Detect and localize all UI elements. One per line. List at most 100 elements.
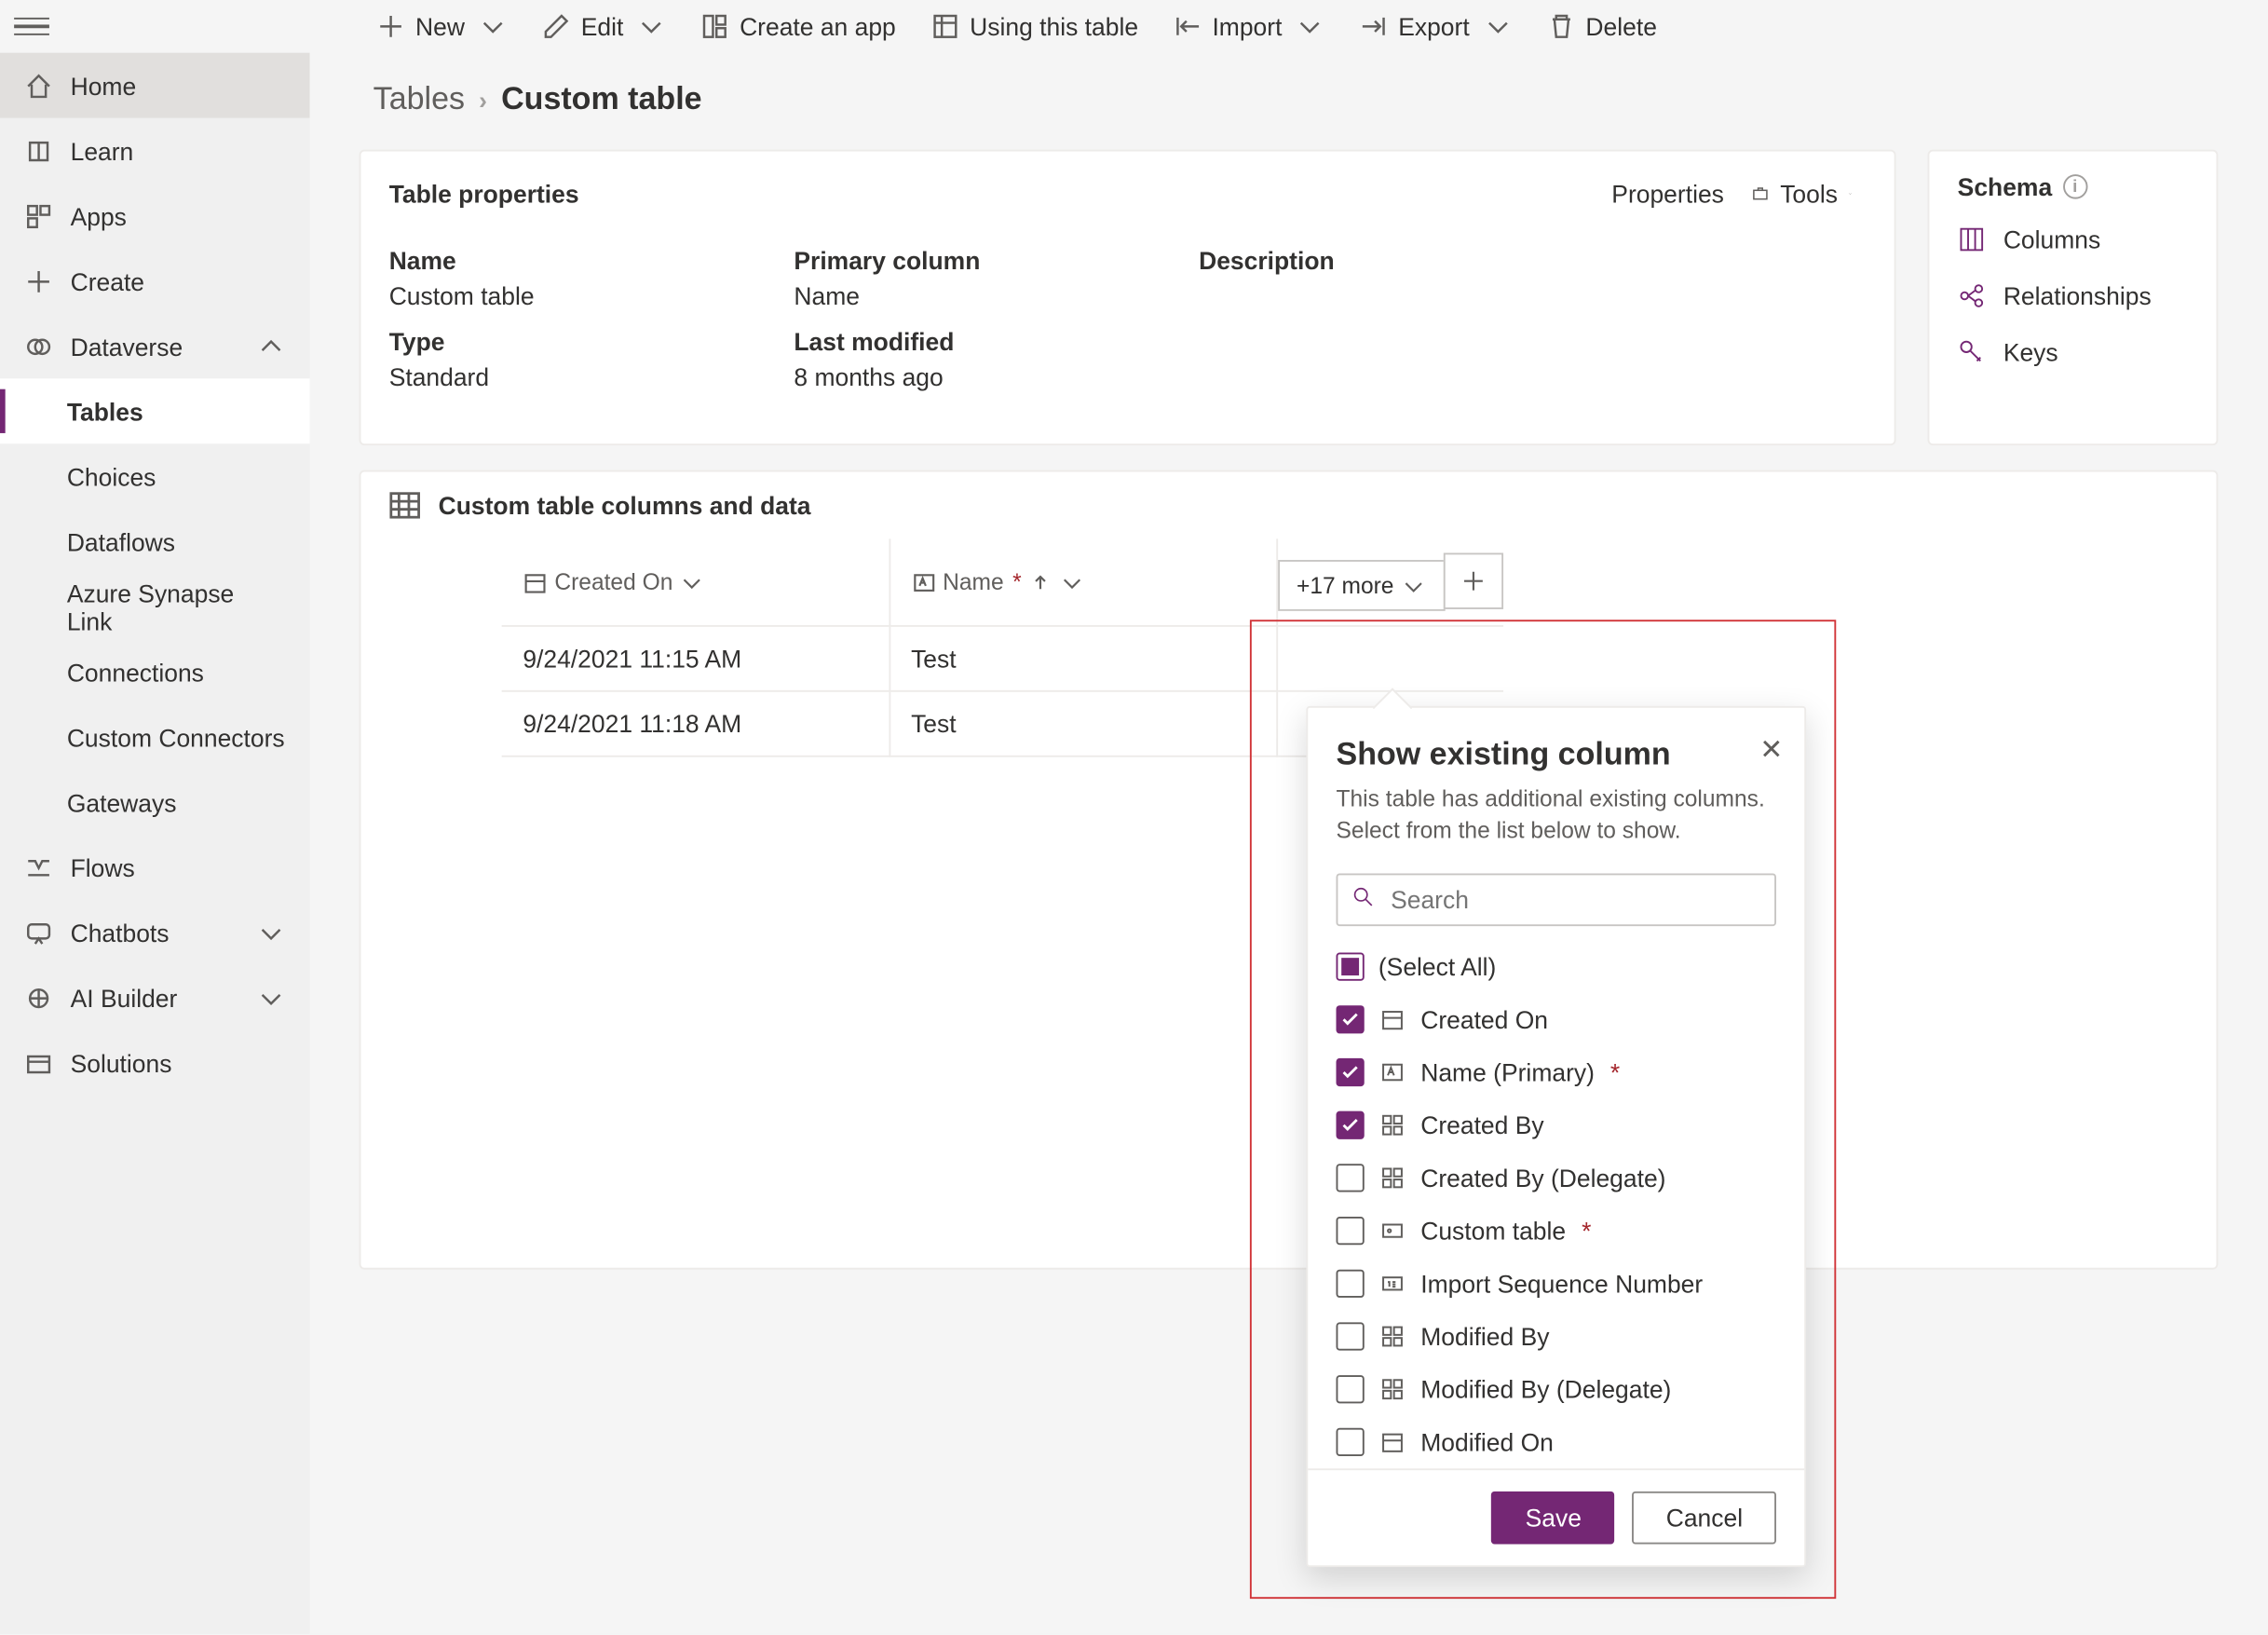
- sidebar-item-learn[interactable]: Learn: [0, 118, 310, 184]
- using-table-button[interactable]: Using this table: [917, 6, 1152, 48]
- checkbox-icon[interactable]: [1337, 1164, 1365, 1192]
- breadcrumb-current: Custom table: [501, 81, 701, 118]
- checkbox-icon[interactable]: [1337, 1323, 1365, 1351]
- column-option-label: (Select All): [1378, 953, 1496, 981]
- import-button[interactable]: Import: [1160, 6, 1338, 48]
- table-row[interactable]: 9/24/2021 11:15 AMTest: [502, 626, 1503, 691]
- sidebar-item-ai-builder[interactable]: AI Builder: [0, 965, 310, 1030]
- lookup-icon: [1378, 1111, 1406, 1139]
- text-icon: [1378, 1058, 1406, 1086]
- prop-primary-value: Name: [794, 281, 1128, 309]
- prop-type-label: Type: [389, 328, 724, 356]
- prop-name-label: Name: [389, 247, 724, 275]
- text-icon: [911, 569, 935, 593]
- checkbox-icon[interactable]: [1337, 953, 1365, 981]
- sidebar-item-solutions[interactable]: Solutions: [0, 1030, 310, 1096]
- date-icon: [523, 569, 547, 593]
- chevron-down-icon: [479, 12, 507, 40]
- sidebar-item-chatbots[interactable]: Chatbots: [0, 900, 310, 965]
- column-option[interactable]: Custom table *: [1337, 1205, 1798, 1258]
- sidebar-item-dataflows[interactable]: Dataflows: [0, 509, 310, 574]
- column-option[interactable]: Modified By (Delegate): [1337, 1363, 1798, 1416]
- flyout-subtitle: This table has additional existing colum…: [1337, 783, 1777, 845]
- column-option[interactable]: (Select All): [1337, 940, 1798, 993]
- sidebar-item-dataverse[interactable]: Dataverse: [0, 313, 310, 378]
- more-columns-button[interactable]: +17 more: [1277, 560, 1445, 611]
- column-option[interactable]: Created By (Delegate): [1337, 1151, 1798, 1205]
- chevron-up-icon: [257, 332, 285, 360]
- chevron-down-icon: [637, 12, 665, 40]
- column-option-label: Created On: [1420, 1005, 1548, 1033]
- delete-button[interactable]: Delete: [1533, 6, 1671, 48]
- add-column-button[interactable]: [1443, 552, 1502, 608]
- sidebar-item-tables[interactable]: Tables: [0, 378, 310, 443]
- table-icon: [389, 489, 421, 521]
- checkbox-icon[interactable]: [1337, 1111, 1365, 1139]
- date-icon: [1378, 1428, 1406, 1456]
- breadcrumb: Tables › Custom table: [373, 81, 2219, 118]
- search-icon: [1351, 884, 1375, 914]
- create-app-button[interactable]: Create an app: [686, 6, 910, 48]
- new-button[interactable]: New: [362, 6, 521, 48]
- checkbox-icon[interactable]: [1337, 1428, 1365, 1456]
- column-option[interactable]: Name (Primary) *: [1337, 1046, 1798, 1099]
- chevron-down-icon: [257, 984, 285, 1012]
- chevron-right-icon: ›: [479, 86, 487, 114]
- table-properties-card: Table properties Properties Tools Name: [360, 150, 1896, 446]
- checkbox-icon[interactable]: [1337, 1058, 1365, 1086]
- prop-modified-value: 8 months ago: [794, 362, 1128, 390]
- sidebar-item-synapse[interactable]: Azure Synapse Link: [0, 574, 310, 639]
- sidebar-item-connections[interactable]: Connections: [0, 639, 310, 704]
- column-option-label: Import Sequence Number: [1420, 1270, 1703, 1298]
- column-option[interactable]: Modified On: [1337, 1416, 1798, 1469]
- column-option[interactable]: Created By: [1337, 1099, 1798, 1152]
- hamburger-menu[interactable]: [14, 8, 49, 44]
- column-option[interactable]: Modified By: [1337, 1310, 1798, 1363]
- export-button[interactable]: Export: [1345, 6, 1526, 48]
- sidebar-item-flows[interactable]: Flows: [0, 835, 310, 900]
- column-option-label: Modified On: [1420, 1428, 1554, 1456]
- chevron-down-icon: [1297, 12, 1324, 40]
- sidebar-item-custom-connectors[interactable]: Custom Connectors: [0, 704, 310, 770]
- column-option[interactable]: Import Sequence Number: [1337, 1258, 1798, 1311]
- column-option-label: Created By (Delegate): [1420, 1164, 1665, 1192]
- sidebar-item-create[interactable]: Create: [0, 248, 310, 313]
- breadcrumb-tables[interactable]: Tables: [373, 81, 465, 118]
- search-input[interactable]: [1337, 874, 1777, 927]
- close-icon[interactable]: ✕: [1759, 732, 1783, 768]
- sidebar-item-home[interactable]: Home: [0, 53, 310, 118]
- column-option-label: Custom table: [1420, 1217, 1566, 1245]
- sidebar-item-gateways[interactable]: Gateways: [0, 770, 310, 835]
- checkbox-icon[interactable]: [1337, 1270, 1365, 1298]
- command-bar: New Edit Create an app Using this table …: [348, 0, 2267, 53]
- chevron-down-icon: [680, 569, 704, 593]
- grid-title: Custom table columns and data: [439, 491, 811, 519]
- tools-button[interactable]: Tools: [1738, 172, 1866, 214]
- save-button[interactable]: Save: [1492, 1492, 1615, 1545]
- key-icon: [1378, 1217, 1406, 1245]
- checkbox-icon[interactable]: [1337, 1217, 1365, 1245]
- edit-button[interactable]: Edit: [528, 6, 680, 48]
- schema-title: Schema: [1958, 172, 2052, 200]
- prop-type-value: Standard: [389, 362, 724, 390]
- info-icon[interactable]: i: [2063, 174, 2087, 198]
- number-icon: [1378, 1270, 1406, 1298]
- prop-modified-label: Last modified: [794, 328, 1128, 356]
- properties-button[interactable]: Properties: [1587, 172, 1738, 214]
- schema-keys[interactable]: Keys: [1929, 324, 2216, 380]
- sidebar-item-apps[interactable]: Apps: [0, 184, 310, 249]
- column-option[interactable]: Created On: [1337, 993, 1798, 1046]
- checkbox-icon[interactable]: [1337, 1375, 1365, 1403]
- schema-columns[interactable]: Columns: [1929, 211, 2216, 267]
- checkbox-icon[interactable]: [1337, 1005, 1365, 1033]
- show-existing-column-flyout: Show existing column ✕ This table has ad…: [1306, 706, 1806, 1567]
- cancel-button[interactable]: Cancel: [1633, 1492, 1776, 1545]
- schema-relationships[interactable]: Relationships: [1929, 267, 2216, 323]
- date-icon: [1378, 1005, 1406, 1033]
- column-header-created-on[interactable]: Created On: [502, 538, 890, 626]
- prop-description-label: Description: [1199, 247, 1533, 275]
- chevron-down-icon: [257, 919, 285, 947]
- column-header-name[interactable]: Name*: [889, 538, 1276, 626]
- sidebar-item-choices[interactable]: Choices: [0, 443, 310, 509]
- column-option-label: Modified By: [1420, 1323, 1549, 1351]
